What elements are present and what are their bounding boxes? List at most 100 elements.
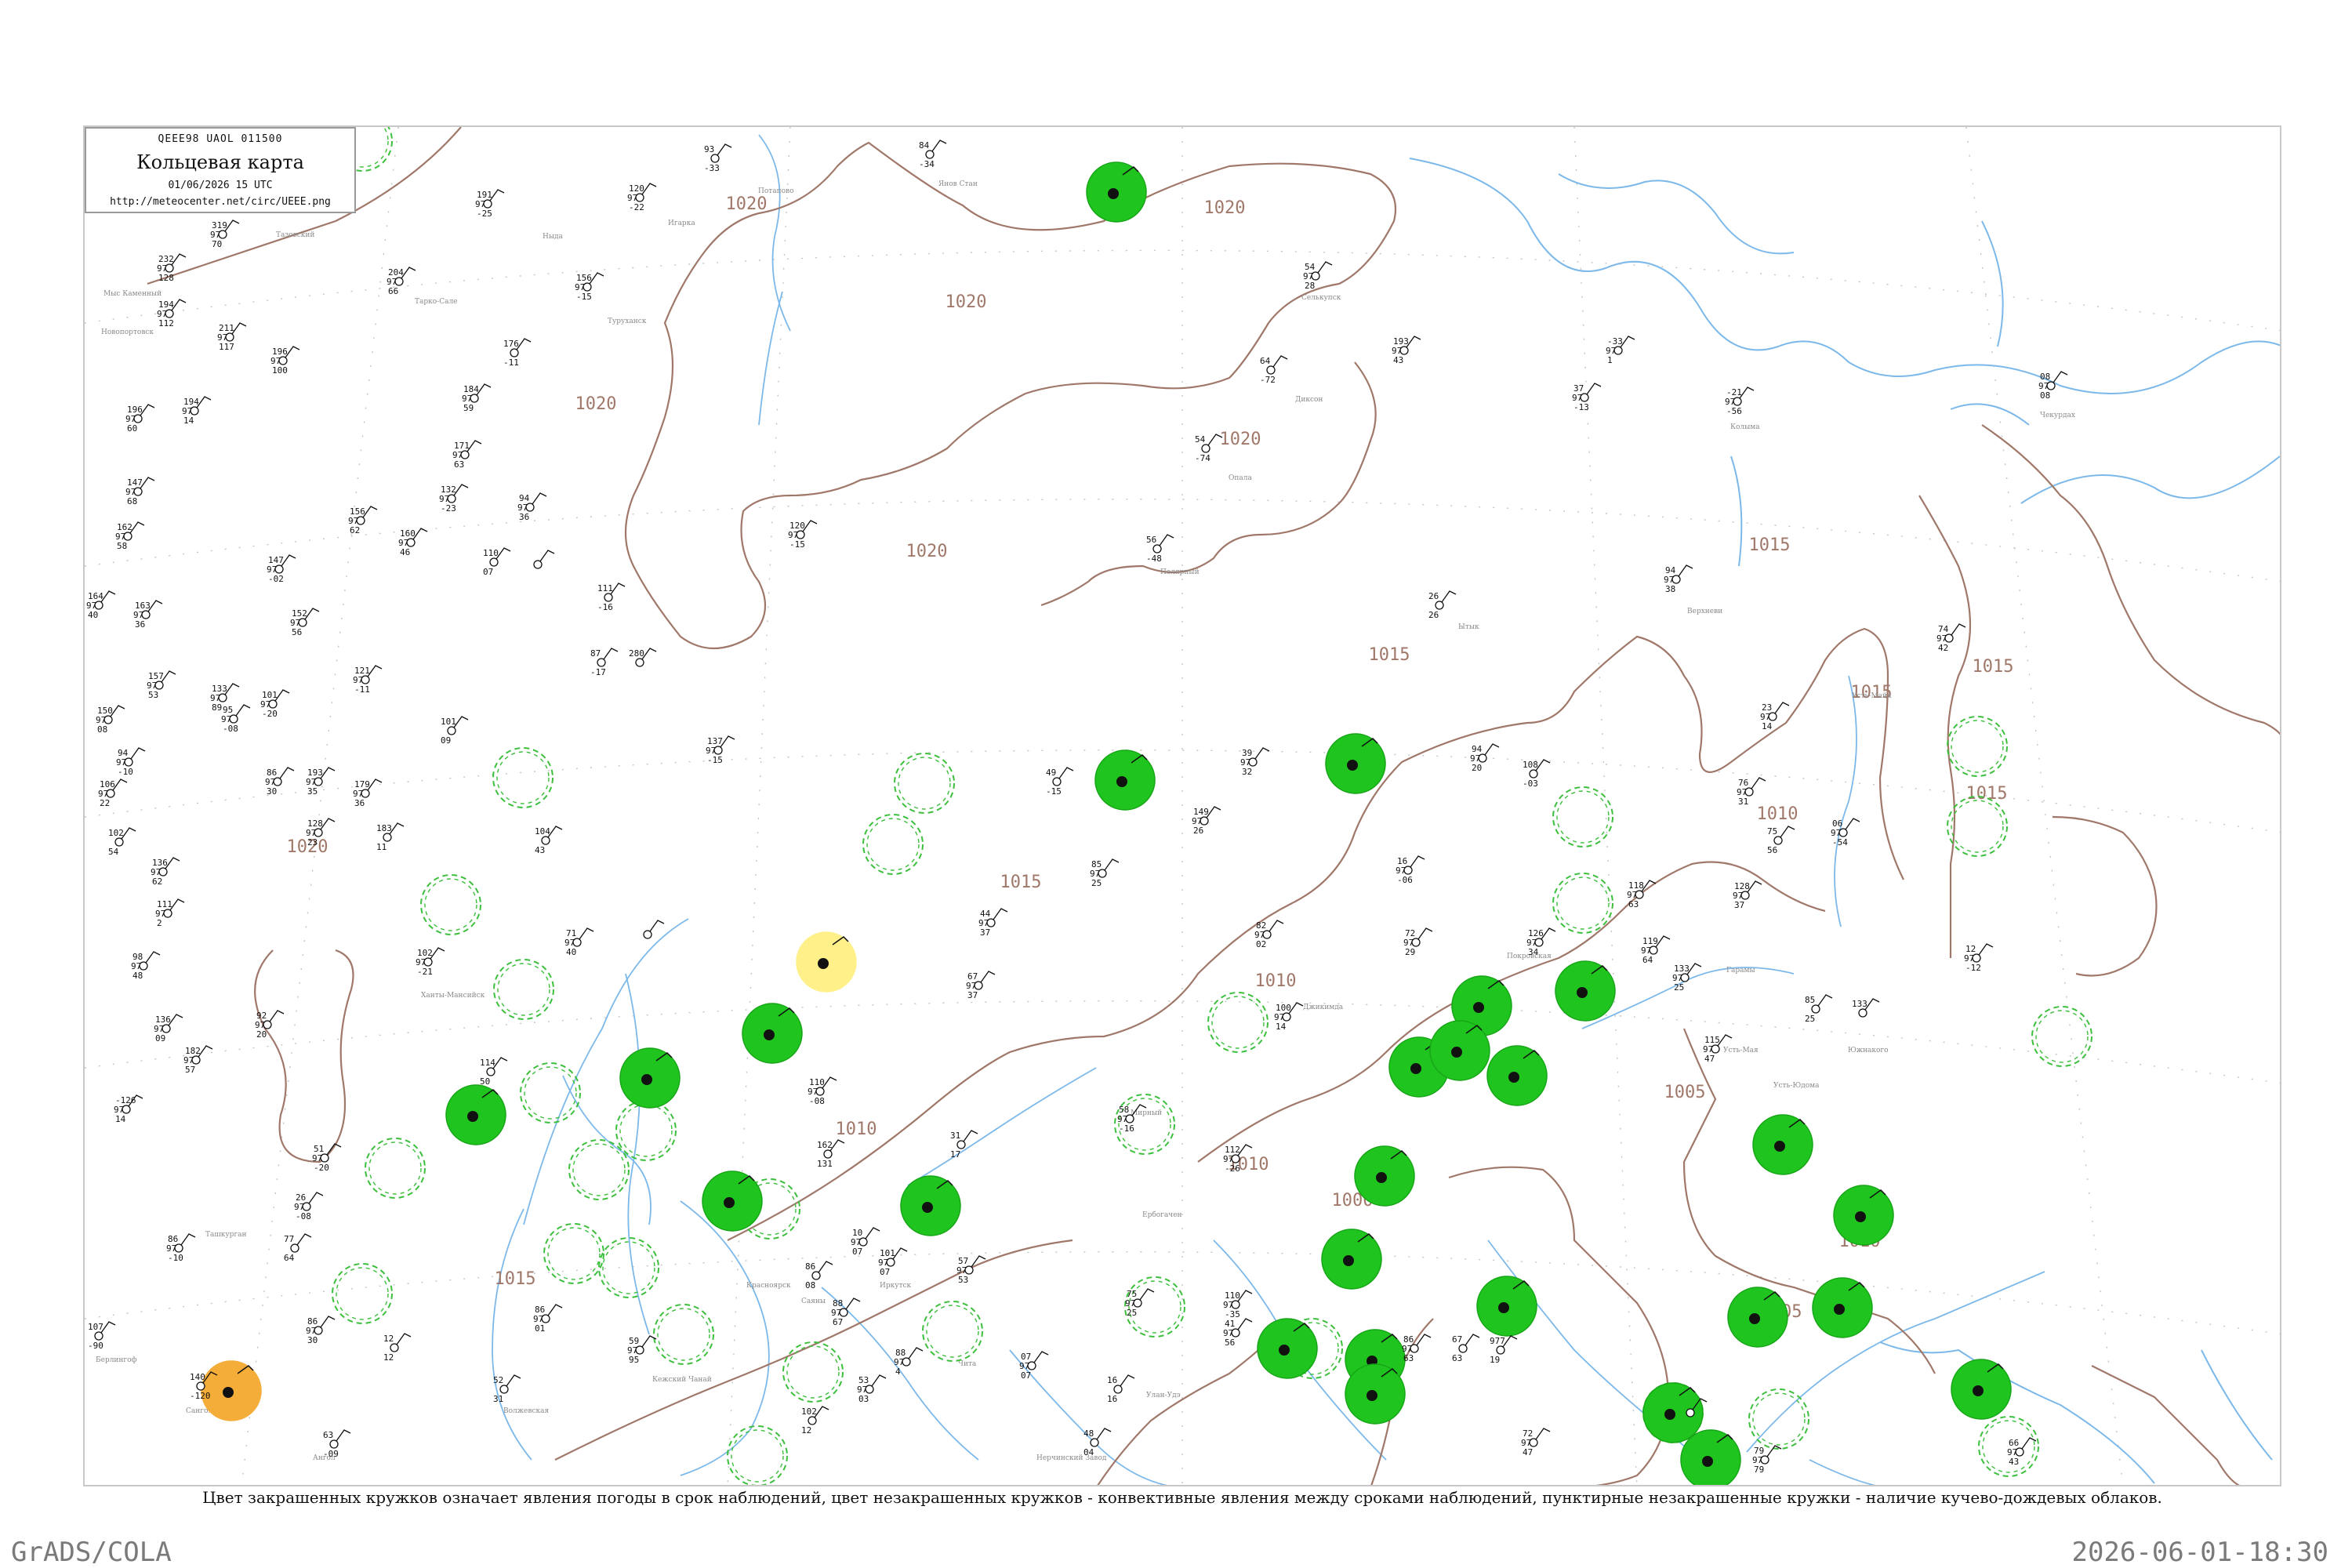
station-pressure: 140	[190, 1372, 205, 1382]
cloud-cover-icon	[1529, 769, 1538, 779]
cumulonimbus-ring[interactable]	[782, 1341, 844, 1403]
cumulonimbus-ring[interactable]	[420, 874, 481, 935]
station-dewpoint: -11	[503, 358, 519, 368]
station-dewpoint: -15	[1046, 786, 1062, 797]
source-url[interactable]: http://meteocenter.net/circ/UEEE.png	[86, 196, 354, 208]
station-dewpoint: 20	[256, 1029, 267, 1040]
cumulonimbus-ring[interactable]	[1207, 992, 1269, 1053]
cumulonimbus-ring[interactable]	[543, 1223, 604, 1284]
isobar-label: 1015	[1749, 535, 1791, 555]
cumulonimbus-ring[interactable]	[1748, 1388, 1809, 1450]
station-dewpoint: 19	[1490, 1355, 1500, 1365]
cloud-cover-icon	[1152, 544, 1162, 554]
wind-barb-icon	[130, 747, 146, 760]
cumulonimbus-ring[interactable]	[568, 1139, 630, 1200]
station-pressure: 183	[376, 823, 392, 833]
station-dewpoint: -15	[707, 755, 723, 765]
station-dewpoint: 47	[1704, 1054, 1715, 1064]
station-pressure: 107	[88, 1322, 103, 1332]
cumulonimbus-ring-inner	[602, 1241, 655, 1294]
isobar-label: 1020	[575, 394, 617, 414]
cloud-cover-icon	[922, 1202, 933, 1213]
wind-barb-icon	[547, 1304, 563, 1316]
wind-barb-icon	[1678, 564, 1693, 577]
station-dewpoint: -16	[597, 602, 613, 612]
station-dewpoint: 43	[1393, 355, 1403, 365]
station-dewpoint: -22	[629, 202, 644, 212]
station-dewpoint: -12	[1965, 963, 1981, 973]
software-credit: GrADS/COLA	[11, 1537, 172, 1568]
station-dewpoint: 25	[1805, 1014, 1815, 1024]
station-dewpoint: 32	[1242, 767, 1252, 777]
station-name: Ербогачен	[1142, 1210, 1182, 1219]
cumulonimbus-ring[interactable]	[2031, 1006, 2092, 1067]
cumulonimbus-ring-inner	[898, 757, 951, 810]
isobar-label: 1015	[1973, 657, 2014, 677]
isobar-label: 1010	[1255, 971, 1297, 991]
station-dewpoint: 37	[1734, 900, 1744, 910]
station-dewpoint: -13	[1573, 402, 1589, 412]
station-name: Волжевская	[503, 1407, 549, 1415]
station-name: Колыма	[1730, 423, 1760, 431]
wind-barb-icon	[1410, 855, 1425, 868]
wind-barb-icon	[1269, 920, 1284, 932]
cumulonimbus-ring[interactable]	[332, 1263, 393, 1324]
station-dewpoint: 12	[801, 1425, 811, 1436]
station-dewpoint: 14	[183, 416, 194, 426]
station-dewpoint: -20	[262, 709, 278, 719]
cumulonimbus-ring[interactable]	[492, 747, 554, 808]
cumulonimbus-ring[interactable]	[615, 1100, 677, 1161]
station-dewpoint: -15	[576, 292, 592, 302]
station-name: Янов Стан	[938, 180, 978, 188]
cloud-cover-icon	[499, 1385, 509, 1394]
cumulonimbus-ring[interactable]	[493, 959, 554, 1020]
cumulonimbus-ring[interactable]	[727, 1425, 788, 1486]
cumulonimbus-ring[interactable]	[894, 753, 955, 814]
station-pressure: 93	[704, 144, 714, 154]
station-dewpoint: 08	[97, 724, 107, 735]
cloud-cover-icon	[643, 930, 652, 939]
wind-barb-icon	[180, 1233, 196, 1246]
cumulonimbus-ring[interactable]	[1552, 786, 1613, 848]
station-name: Ташкурган	[205, 1231, 247, 1239]
station-dewpoint: -03	[1523, 779, 1538, 789]
cumulonimbus-ring[interactable]	[922, 1301, 983, 1362]
cumulonimbus-ring[interactable]	[1947, 716, 2008, 777]
station-dewpoint: 07	[483, 567, 493, 577]
cumulonimbus-ring-inner	[657, 1308, 710, 1361]
map-title: Кольцевая карта	[136, 151, 304, 173]
station-dewpoint: -21	[417, 967, 433, 977]
station-dewpoint: -26	[1225, 1163, 1240, 1174]
cumulonimbus-ring[interactable]	[365, 1138, 426, 1199]
cumulonimbus-ring-inner	[1951, 800, 2004, 853]
station-pressure: 104	[535, 826, 550, 837]
cumulonimbus-ring[interactable]	[862, 814, 924, 875]
legend-caption: Цвет закрашенных кружков означает явлени…	[202, 1488, 2162, 1507]
cumulonimbus-ring[interactable]	[1552, 873, 1613, 934]
cloud-cover-icon	[811, 1271, 821, 1280]
station-name: Потапово	[758, 187, 794, 195]
station-name: Южнакого	[1848, 1047, 1889, 1054]
cloud-cover-icon	[383, 833, 392, 842]
cumulonimbus-ring[interactable]	[1947, 796, 2008, 857]
station-dewpoint: 58	[117, 541, 127, 551]
station-name: Усть-Юдома	[1773, 1082, 1820, 1090]
station-name: Красноярск	[746, 1282, 791, 1290]
wind-barb-icon	[963, 1130, 978, 1142]
wind-barb-icon	[603, 648, 619, 660]
station-pressure: 110	[483, 548, 499, 558]
cumulonimbus-ring[interactable]	[653, 1304, 714, 1365]
station-dewpoint: -02	[268, 574, 284, 584]
cloud-cover-icon	[1834, 1304, 1845, 1315]
station-dewpoint: 30	[267, 786, 277, 797]
wind-barb-icon	[1254, 747, 1270, 760]
station-pressure: 108	[1523, 760, 1538, 770]
cloud-cover-icon	[1855, 1211, 1866, 1222]
cloud-cover-icon	[533, 560, 543, 569]
cloud-cover-icon	[1686, 1408, 1695, 1417]
cumulonimbus-ring[interactable]	[598, 1237, 659, 1298]
cloud-cover-icon	[764, 1029, 775, 1040]
weather-map[interactable]: 1020 1020 1020 1020 1020 1020 1020 1015 1015 1015…	[83, 125, 2281, 1486]
station-dewpoint: 100	[272, 365, 288, 376]
station-dewpoint: 31	[493, 1394, 503, 1404]
